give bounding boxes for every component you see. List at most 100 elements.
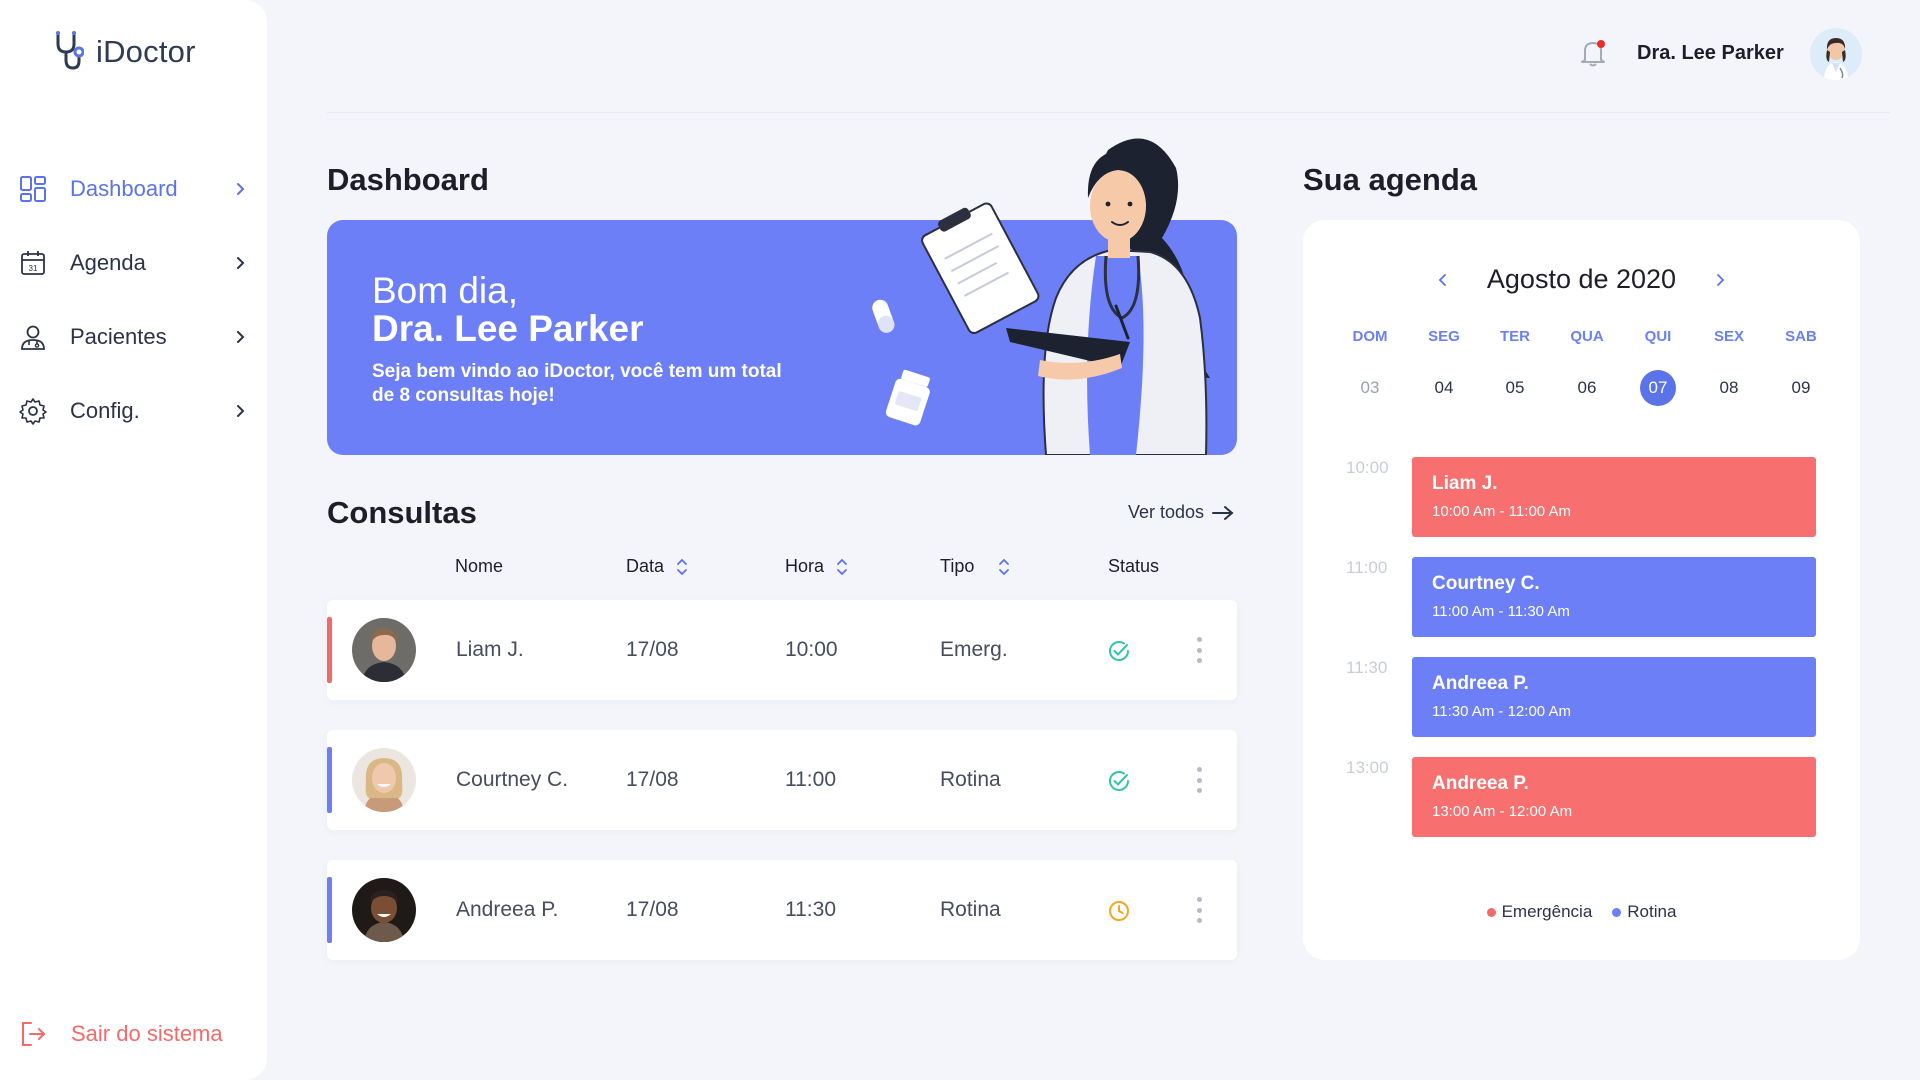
gear-icon	[19, 397, 47, 425]
column-header-label: Data	[626, 556, 665, 576]
top-bar: Dra. Lee Parker	[267, 0, 1920, 113]
appointment-type: Rotina	[940, 768, 1001, 791]
stethoscope-icon	[56, 31, 84, 70]
agenda-event[interactable]: Liam J. 10:00 Am - 11:00 Am	[1412, 457, 1816, 537]
agenda-event[interactable]: Andreea P. 11:30 Am - 12:00 Am	[1412, 657, 1816, 737]
legend-item-routine: Rotina	[1612, 902, 1676, 922]
row-type-indicator	[327, 747, 332, 813]
weekday-label: SEX	[1713, 328, 1744, 345]
more-options-button[interactable]	[1194, 897, 1204, 923]
sidebar-item-agenda[interactable]: 31 Agenda	[0, 226, 267, 300]
time-slot-label: 13:00	[1346, 758, 1389, 777]
svg-text:31: 31	[29, 264, 38, 273]
logout-label: Sair do sistema	[71, 1021, 223, 1046]
sort-icon[interactable]	[998, 558, 1010, 576]
check-circle-icon	[1109, 771, 1129, 791]
logout-icon	[22, 1022, 46, 1046]
notifications-button[interactable]	[1579, 38, 1607, 68]
patient-avatar	[352, 878, 416, 942]
patient-name: Andreea P.	[456, 898, 559, 921]
weekday-label: SEG	[1428, 328, 1460, 345]
header-divider	[327, 112, 1890, 113]
more-options-button[interactable]	[1194, 767, 1204, 793]
dashboard-icon	[19, 175, 47, 203]
table-row[interactable]: Liam J. 17/08 10:00 Emerg.	[327, 600, 1237, 700]
event-patient-name: Andreea P.	[1432, 673, 1529, 694]
clock-icon	[1109, 901, 1129, 921]
sidebar-nav: Dashboard 31 Agenda Pacientes Config.	[0, 152, 267, 448]
sidebar-item-pacientes[interactable]: Pacientes	[0, 300, 267, 374]
calendar-day[interactable]: 06	[1569, 370, 1605, 406]
legend-item-emergency: Emergência	[1486, 902, 1592, 922]
notification-dot	[1597, 40, 1605, 48]
event-time: 13:00 Am - 12:00 Am	[1432, 803, 1573, 820]
weekday-label: DOM	[1352, 328, 1388, 345]
calendar-day[interactable]: 08	[1711, 370, 1747, 406]
column-header-data[interactable]: Data	[626, 556, 688, 577]
chevron-right-icon	[237, 257, 245, 269]
appointment-time: 11:00	[785, 768, 836, 791]
calendar-day[interactable]: 03	[1352, 370, 1388, 406]
chevron-right-icon	[237, 183, 245, 195]
page-title: Dashboard	[327, 162, 489, 197]
sidebar-item-dashboard[interactable]: Dashboard	[0, 152, 267, 226]
event-patient-name: Andreea P.	[1432, 773, 1529, 794]
column-header-label: Nome	[455, 556, 504, 576]
patient-icon	[19, 323, 47, 351]
user-avatar[interactable]	[1810, 28, 1862, 80]
month-title: Agosto de 2020	[1486, 264, 1677, 294]
sidebar-item-label: Agenda	[70, 250, 146, 275]
patient-avatar	[352, 748, 416, 812]
sort-icon[interactable]	[676, 558, 688, 576]
agenda-event[interactable]: Courtney C. 11:00 Am - 11:30 Am	[1412, 557, 1816, 637]
chevron-left-icon	[1438, 273, 1446, 286]
appointment-time: 11:30	[785, 898, 836, 921]
logout-button[interactable]: Sair do sistema	[19, 1020, 223, 1048]
patient-name: Liam J.	[456, 638, 524, 661]
sidebar-item-config[interactable]: Config.	[0, 374, 267, 448]
event-time: 11:00 Am - 11:30 Am	[1432, 603, 1570, 620]
agenda-event[interactable]: Andreea P. 13:00 Am - 12:00 Am	[1412, 757, 1816, 837]
calendar-day[interactable]: 05	[1497, 370, 1533, 406]
column-header-nome: Nome	[455, 556, 503, 577]
weekday-label: QUI	[1644, 328, 1672, 345]
prev-month-button[interactable]	[1433, 270, 1453, 290]
banner-message: Seja bem vindo ao iDoctor, você tem um t…	[372, 361, 782, 406]
event-time: 10:00 Am - 11:00 Am	[1432, 503, 1571, 520]
arrow-right-icon	[1212, 505, 1234, 520]
calendar-day[interactable]: 04	[1426, 370, 1462, 406]
see-all-link[interactable]: Ver todos	[1128, 502, 1234, 523]
row-type-indicator	[327, 617, 332, 683]
banner-doctor-name: Dra. Lee Parker	[372, 308, 644, 349]
appointment-date: 17/08	[626, 768, 679, 791]
time-slot-label: 10:00	[1346, 458, 1389, 477]
appointment-time: 10:00	[785, 638, 838, 661]
weekday-label: QUA	[1570, 328, 1604, 345]
consultas-title: Consultas	[327, 495, 477, 530]
more-options-button[interactable]	[1194, 637, 1204, 663]
column-header-label: Tipo	[940, 556, 975, 576]
user-name[interactable]: Dra. Lee Parker	[1637, 42, 1784, 65]
column-header-hora[interactable]: Hora	[785, 556, 848, 577]
sort-icon[interactable]	[836, 558, 848, 576]
legend-dot	[1486, 907, 1496, 917]
time-slot-label: 11:30	[1346, 658, 1388, 677]
weekday-label: TER	[1500, 328, 1530, 345]
app-name: iDoctor	[96, 34, 196, 69]
agenda-legend: Emergência Rotina	[1303, 902, 1860, 922]
appointment-date: 17/08	[626, 638, 679, 661]
table-row[interactable]: Courtney C. 17/08 11:00 Rotina	[327, 730, 1237, 830]
calendar-icon: 31	[19, 249, 47, 277]
event-patient-name: Courtney C.	[1432, 573, 1540, 594]
next-month-button[interactable]	[1710, 270, 1730, 290]
column-header-tipo[interactable]: Tipo	[940, 556, 1010, 577]
event-patient-name: Liam J.	[1432, 473, 1498, 494]
patient-name: Courtney C.	[456, 768, 569, 791]
app-logo[interactable]: iDoctor	[54, 30, 196, 74]
patient-avatar	[352, 618, 416, 682]
sidebar-item-label: Pacientes	[70, 324, 167, 349]
calendar-day-selected[interactable]: 07	[1640, 370, 1676, 406]
chevron-right-icon	[1717, 273, 1725, 286]
table-row[interactable]: Andreea P. 17/08 11:30 Rotina	[327, 860, 1237, 960]
calendar-day[interactable]: 09	[1783, 370, 1819, 406]
